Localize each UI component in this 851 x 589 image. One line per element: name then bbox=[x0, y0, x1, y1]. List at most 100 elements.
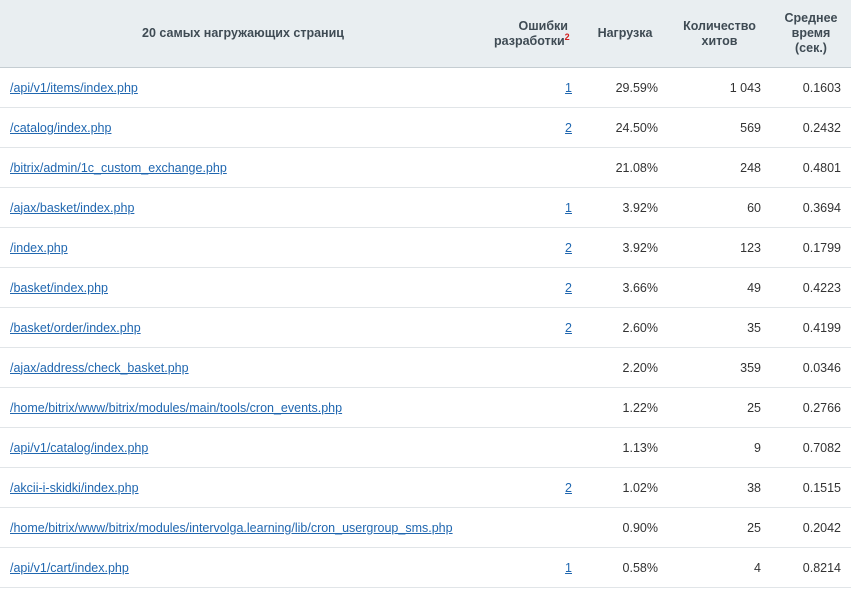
errors-cell: 2 bbox=[486, 307, 582, 348]
avg-time-cell: 0.4801 bbox=[771, 147, 851, 188]
load-cell: 1.22% bbox=[582, 387, 668, 428]
table-row: /home/bitrix/www/bitrix/modules/main/too… bbox=[0, 387, 851, 428]
header-hits-line1: Количество bbox=[683, 18, 756, 33]
table-row: /api/v1/cart/index.php 1 0.58% 4 0.8214 bbox=[0, 547, 851, 588]
table-row: /home/bitrix/www/bitrix/modules/intervol… bbox=[0, 507, 851, 548]
avg-time-cell: 0.1515 bbox=[771, 467, 851, 508]
avg-time-cell: 0.8214 bbox=[771, 547, 851, 588]
errors-link[interactable]: 2 bbox=[565, 241, 572, 255]
table-row: /akcii-i-skidki/index.php 2 1.02% 38 0.1… bbox=[0, 467, 851, 508]
page-link[interactable]: /index.php bbox=[10, 241, 68, 255]
page-link[interactable]: /bitrix/admin/1c_custom_exchange.php bbox=[10, 161, 227, 175]
avg-time-cell: 0.1799 bbox=[771, 227, 851, 268]
table-row: /ajax/basket/index.php 1 3.92% 60 0.3694 bbox=[0, 187, 851, 228]
hits-cell: 9 bbox=[668, 427, 771, 468]
header-time-line3: (сек.) bbox=[795, 41, 827, 55]
page-cell: /ajax/basket/index.php bbox=[0, 187, 486, 228]
top-pages-table: 20 самых нагружающих страниц Ошибки разра… bbox=[0, 0, 851, 588]
page-cell: /api/v1/catalog/index.php bbox=[0, 427, 486, 468]
errors-link[interactable]: 2 bbox=[565, 481, 572, 495]
errors-link[interactable]: 1 bbox=[565, 561, 572, 575]
hits-cell: 25 bbox=[668, 387, 771, 428]
page-link[interactable]: /basket/index.php bbox=[10, 281, 108, 295]
errors-link[interactable]: 2 bbox=[565, 321, 572, 335]
page-link[interactable]: /api/v1/catalog/index.php bbox=[10, 441, 148, 455]
load-cell: 0.58% bbox=[582, 547, 668, 588]
header-page: 20 самых нагружающих страниц bbox=[0, 0, 486, 68]
page-link[interactable]: /catalog/index.php bbox=[10, 121, 111, 135]
errors-cell: 2 bbox=[486, 107, 582, 148]
errors-cell: 1 bbox=[486, 67, 582, 108]
hits-cell: 4 bbox=[668, 547, 771, 588]
errors-cell: 2 bbox=[486, 227, 582, 268]
errors-cell: 1 bbox=[486, 547, 582, 588]
table-row: /bitrix/admin/1c_custom_exchange.php 21.… bbox=[0, 147, 851, 188]
load-cell: 21.08% bbox=[582, 147, 668, 188]
table-row: /catalog/index.php 2 24.50% 569 0.2432 bbox=[0, 107, 851, 148]
load-cell: 1.02% bbox=[582, 467, 668, 508]
avg-time-cell: 0.1603 bbox=[771, 67, 851, 108]
header-errors-line1: Ошибки bbox=[518, 18, 569, 33]
header-errors-footnote: 2 bbox=[564, 31, 570, 42]
page-cell: /catalog/index.php bbox=[0, 107, 486, 148]
page-cell: /index.php bbox=[0, 227, 486, 268]
table-row: /index.php 2 3.92% 123 0.1799 bbox=[0, 227, 851, 268]
page-link[interactable]: /ajax/address/check_basket.php bbox=[10, 361, 189, 375]
avg-time-cell: 0.3694 bbox=[771, 187, 851, 228]
table-row: /ajax/address/check_basket.php 2.20% 359… bbox=[0, 347, 851, 388]
page-cell: /ajax/address/check_basket.php bbox=[0, 347, 486, 388]
errors-cell: 1 bbox=[486, 187, 582, 228]
load-cell: 24.50% bbox=[582, 107, 668, 148]
load-cell: 2.20% bbox=[582, 347, 668, 388]
avg-time-cell: 0.2766 bbox=[771, 387, 851, 428]
page-cell: /basket/order/index.php bbox=[0, 307, 486, 348]
header-errors-line2: разработки bbox=[494, 33, 565, 48]
page-link[interactable]: /api/v1/items/index.php bbox=[10, 81, 138, 95]
header-avg-time: Среднее время (сек.) bbox=[771, 0, 851, 68]
header-time-line2: время bbox=[791, 26, 831, 40]
page-cell: /basket/index.php bbox=[0, 267, 486, 308]
errors-link[interactable]: 1 bbox=[565, 81, 572, 95]
table-header-row: 20 самых нагружающих страниц Ошибки разра… bbox=[0, 0, 851, 68]
page-link[interactable]: /home/bitrix/www/bitrix/modules/intervol… bbox=[10, 521, 453, 535]
load-cell: 3.92% bbox=[582, 227, 668, 268]
load-cell: 3.92% bbox=[582, 187, 668, 228]
load-cell: 0.90% bbox=[582, 507, 668, 548]
table-row: /basket/order/index.php 2 2.60% 35 0.419… bbox=[0, 307, 851, 348]
avg-time-cell: 0.4223 bbox=[771, 267, 851, 308]
hits-cell: 359 bbox=[668, 347, 771, 388]
errors-link[interactable]: 1 bbox=[565, 201, 572, 215]
hits-cell: 1 043 bbox=[668, 67, 771, 108]
errors-link[interactable]: 2 bbox=[565, 121, 572, 135]
avg-time-cell: 0.2042 bbox=[771, 507, 851, 548]
table-row: /api/v1/items/index.php 1 29.59% 1 043 0… bbox=[0, 67, 851, 108]
page-link[interactable]: /akcii-i-skidki/index.php bbox=[10, 481, 139, 495]
page-cell: /home/bitrix/www/bitrix/modules/main/too… bbox=[0, 387, 486, 428]
header-hits: Количество хитов bbox=[668, 0, 771, 68]
errors-cell bbox=[486, 147, 582, 188]
page-cell: /api/v1/items/index.php bbox=[0, 67, 486, 108]
page-link[interactable]: /api/v1/cart/index.php bbox=[10, 561, 129, 575]
page-link[interactable]: /ajax/basket/index.php bbox=[10, 201, 134, 215]
load-cell: 29.59% bbox=[582, 67, 668, 108]
page-link[interactable]: /home/bitrix/www/bitrix/modules/main/too… bbox=[10, 401, 342, 415]
page-link[interactable]: /basket/order/index.php bbox=[10, 321, 141, 335]
errors-cell: 2 bbox=[486, 467, 582, 508]
errors-link[interactable]: 2 bbox=[565, 281, 572, 295]
table-row: /api/v1/catalog/index.php 1.13% 9 0.7082 bbox=[0, 427, 851, 468]
errors-cell bbox=[486, 347, 582, 388]
avg-time-cell: 0.7082 bbox=[771, 427, 851, 468]
avg-time-cell: 0.4199 bbox=[771, 307, 851, 348]
hits-cell: 569 bbox=[668, 107, 771, 148]
hits-cell: 49 bbox=[668, 267, 771, 308]
header-load: Нагрузка bbox=[582, 0, 668, 68]
hits-cell: 248 bbox=[668, 147, 771, 188]
errors-cell: 2 bbox=[486, 267, 582, 308]
page-cell: /home/bitrix/www/bitrix/modules/intervol… bbox=[0, 507, 486, 548]
page-cell: /api/v1/cart/index.php bbox=[0, 547, 486, 588]
hits-cell: 38 bbox=[668, 467, 771, 508]
errors-cell bbox=[486, 387, 582, 428]
errors-cell bbox=[486, 507, 582, 548]
errors-cell bbox=[486, 427, 582, 468]
table-row: /basket/index.php 2 3.66% 49 0.4223 bbox=[0, 267, 851, 308]
